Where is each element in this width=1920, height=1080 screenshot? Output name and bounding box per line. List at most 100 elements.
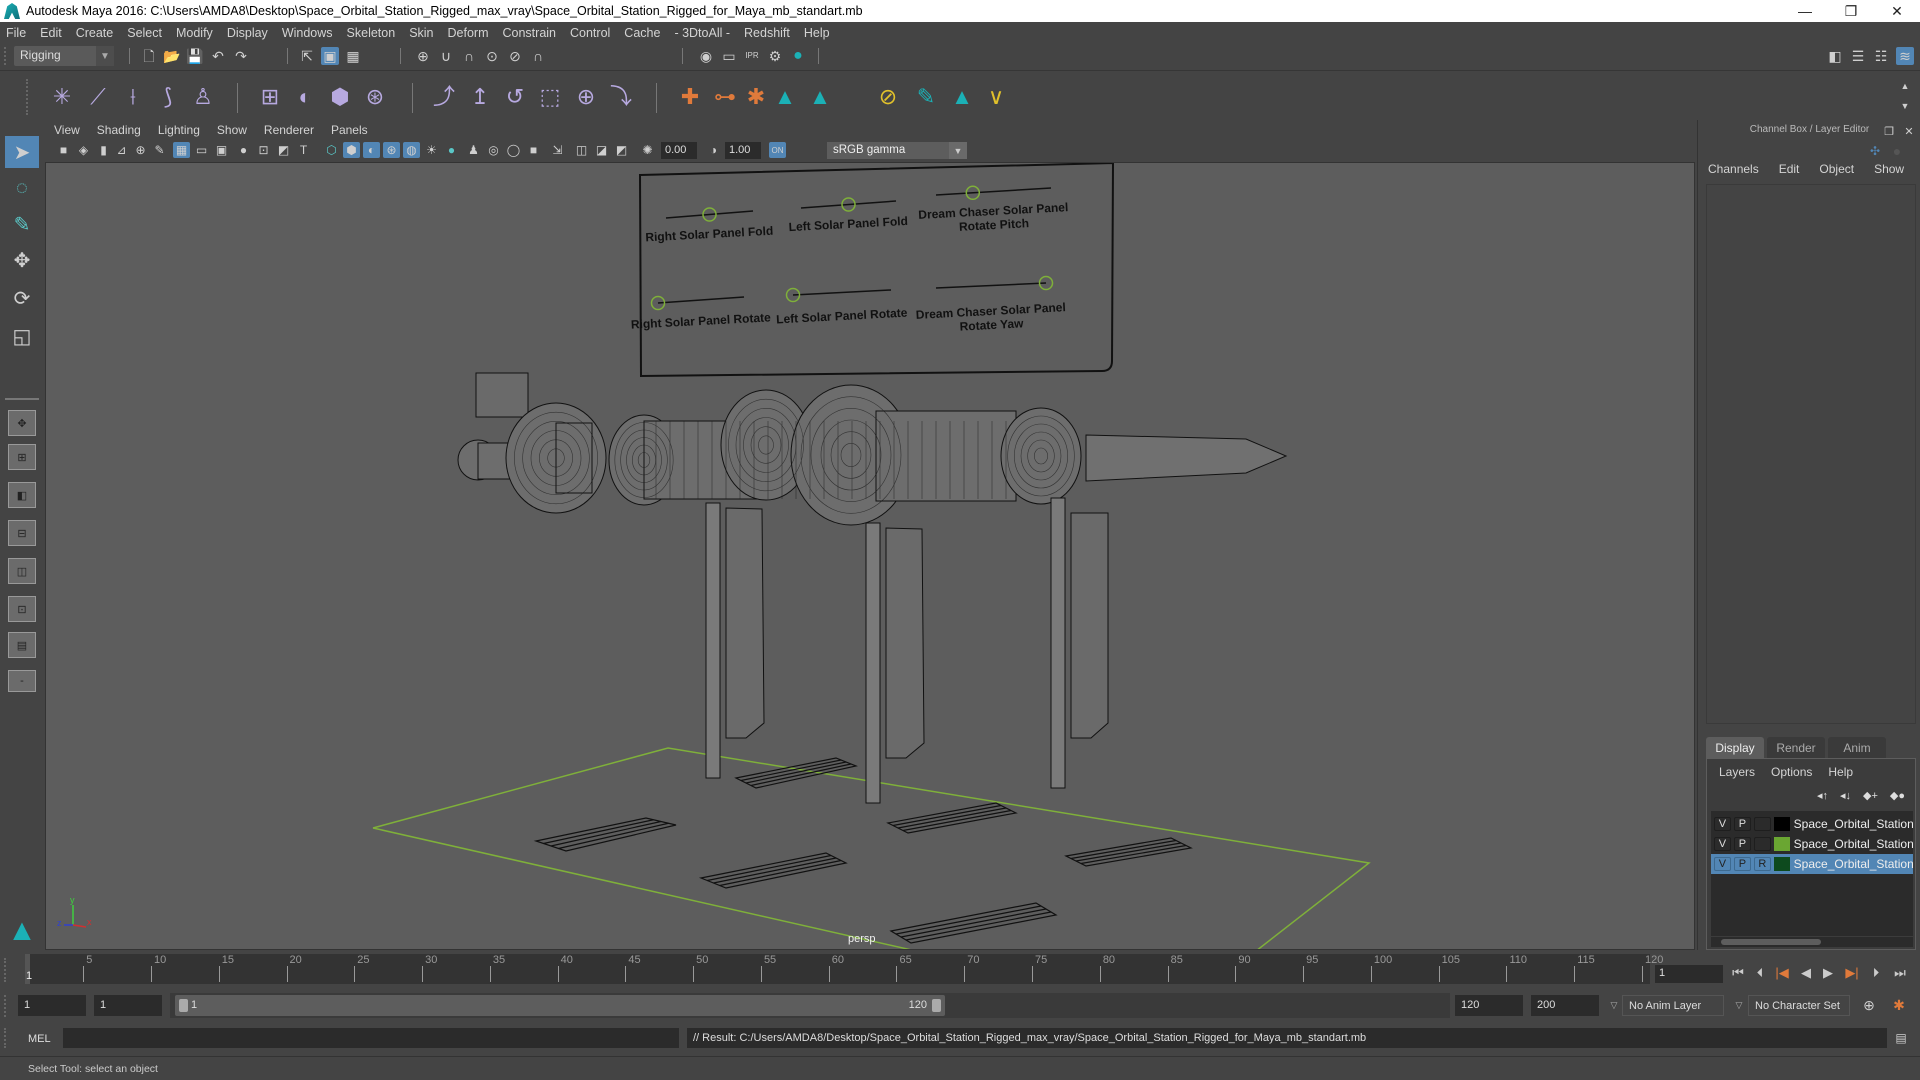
paint-skin-icon[interactable]: ✎ [912, 83, 940, 111]
exposure-icon[interactable]: ✺ [639, 142, 656, 158]
locator-icon[interactable]: ✚ [676, 83, 704, 111]
close-panel-icon[interactable]: ✕ [1900, 123, 1918, 141]
layer-name[interactable]: Space_Orbital_Station [1794, 817, 1913, 831]
persp-graph-layout-button[interactable]: ⊟ [8, 520, 36, 546]
layer-display-type-toggle[interactable] [1753, 817, 1771, 831]
film-gate-icon[interactable]: ▭ [193, 142, 210, 158]
wrap-icon[interactable]: ⬢ [326, 83, 354, 111]
range-bar-grip[interactable] [4, 995, 7, 1017]
tab-anim[interactable]: Anim [1828, 737, 1886, 758]
maya-m-alt-icon[interactable]: ▲ [806, 83, 834, 111]
layer-menu-layers[interactable]: Layers [1719, 765, 1755, 779]
safe-action-icon[interactable]: ◩ [275, 142, 292, 158]
layer-visibility-toggle[interactable]: V [1714, 817, 1731, 831]
play-forwards-icon[interactable]: ▶ [1818, 963, 1838, 983]
view-transform-dropdown[interactable]: sRGB gamma ▼ [827, 142, 967, 159]
anim-layer-chevron-icon[interactable]: ▽ [1605, 996, 1623, 1014]
menu-control[interactable]: Control [570, 26, 610, 40]
select-by-hierarchy-icon[interactable]: ⇱ [298, 47, 316, 65]
snap-to-grid-icon[interactable]: ⊕ [414, 47, 432, 65]
animation-end-field[interactable]: 200 [1531, 995, 1599, 1016]
panel-menu-renderer[interactable]: Renderer [264, 123, 314, 137]
channel-menu-channels[interactable]: Channels [1708, 162, 1759, 176]
set-driven-key-icon[interactable]: ⊶ [711, 83, 739, 111]
select-tool-icon[interactable]: ➤ [5, 136, 39, 168]
panel-menu-shading[interactable]: Shading [97, 123, 141, 137]
xray-joints-icon[interactable]: ◫ [573, 142, 590, 158]
blend-shape-icon[interactable]: ⊛ [361, 83, 389, 111]
layer-color-swatch[interactable] [1773, 857, 1790, 871]
lattice-icon[interactable]: ◐ [291, 83, 319, 111]
exposure-field[interactable]: 0.00 [661, 142, 697, 159]
maya-m-teal-icon[interactable]: ▲ [948, 83, 976, 111]
parent-constraint-icon[interactable]: ⤴ [430, 83, 458, 111]
play-backwards-icon[interactable]: ◀ [1796, 963, 1816, 983]
paint-select-tool-icon[interactable]: ✎ [5, 208, 39, 240]
restore-button[interactable]: ❐ [1828, 0, 1874, 22]
scale-constraint-icon[interactable]: ⬚ [536, 83, 564, 111]
go-to-start-icon[interactable]: ⏮ [1728, 963, 1748, 983]
aim-constraint-icon[interactable]: ⊕ [572, 83, 600, 111]
command-input[interactable] [63, 1028, 679, 1048]
open-scene-icon[interactable]: 📂 [163, 47, 181, 65]
menu-skeleton[interactable]: Skeleton [347, 26, 396, 40]
two-d-pan-zoom-icon[interactable]: ⊕ [132, 142, 149, 158]
wireframe-on-shaded-icon[interactable]: ◐ [363, 142, 380, 158]
menu-select[interactable]: Select [127, 26, 162, 40]
channel-box-area[interactable] [1706, 184, 1916, 724]
ik-spline-icon[interactable]: ⟊ [119, 83, 147, 111]
layer-color-swatch[interactable] [1773, 817, 1790, 831]
playback-start-field[interactable]: 1 [94, 995, 162, 1016]
panel-menu-view[interactable]: View [54, 123, 80, 137]
menu-windows[interactable]: Windows [282, 26, 333, 40]
isolate-select-icon[interactable]: ■ [525, 142, 542, 158]
timeline-track[interactable]: 1 5 10 15 20 25 30 35 40 45 50 55 60 65 70 75 80 85 90 95 1… [25, 954, 1663, 984]
render-settings-icon[interactable]: ⚙ [766, 47, 784, 65]
bind-skin-icon[interactable]: ⟆ [154, 83, 182, 111]
panel-menu-show[interactable]: Show [217, 123, 247, 137]
character-icon[interactable]: ✱ [742, 83, 770, 111]
ipr-render-icon[interactable]: IPR [743, 47, 761, 65]
make-live-icon[interactable]: ∩ [529, 47, 547, 65]
layer-row-selected[interactable]: V P R Space_Orbital_Station [1711, 854, 1913, 874]
layer-name[interactable]: Space_Orbital_Station [1794, 837, 1913, 851]
channel-box-layer-editor-icon[interactable]: ≋ [1896, 47, 1914, 65]
graph-editor-layout-button[interactable]: ▤ [8, 632, 36, 658]
select-by-object-icon[interactable]: ▣ [321, 47, 339, 65]
paint-weights-icon[interactable]: ⊘ [874, 83, 902, 111]
maya-m-icon[interactable]: ▲ [771, 83, 799, 111]
range-end-handle[interactable] [932, 999, 941, 1012]
menu-redshift[interactable]: Redshift [744, 26, 790, 40]
hypershade-icon[interactable]: ● [789, 47, 807, 65]
command-line-grip[interactable] [4, 1028, 7, 1048]
rotate-tool-icon[interactable]: ⟳ [5, 282, 39, 314]
new-layer-from-selected-icon[interactable]: ◆● [1890, 789, 1905, 802]
layer-playback-toggle[interactable]: P [1733, 837, 1751, 851]
motion-blur-icon[interactable]: ♟ [465, 142, 482, 158]
layer-display-type-toggle[interactable]: R [1753, 857, 1771, 871]
close-button[interactable]: ✕ [1874, 0, 1920, 22]
playback-end-field[interactable]: 120 [1455, 995, 1523, 1016]
range-start-handle[interactable] [179, 999, 188, 1012]
snap-to-point-icon[interactable]: ∩ [460, 47, 478, 65]
speed-toggle-icon[interactable]: ● [1888, 142, 1906, 160]
3d-viewport[interactable]: Right Solar Panel Fold Left Solar Panel F… [45, 162, 1695, 950]
channel-menu-edit[interactable]: Edit [1779, 162, 1800, 176]
persp-outliner-layout-button[interactable]: ◧ [8, 482, 36, 508]
minimize-button[interactable]: — [1782, 0, 1828, 22]
anim-layer-dropdown[interactable]: No Anim Layer [1622, 995, 1724, 1016]
select-by-component-icon[interactable]: ▦ [344, 47, 362, 65]
panel-menu-panels[interactable]: Panels [331, 123, 368, 137]
snap-to-view-plane-icon[interactable]: ⊘ [506, 47, 524, 65]
script-language-toggle[interactable]: MEL [28, 1033, 51, 1045]
camera-attributes-icon[interactable]: ◈ [75, 142, 92, 158]
bookmark-icon[interactable]: ▮ [95, 142, 112, 158]
redo-icon[interactable]: ↷ [232, 47, 250, 65]
select-camera-icon[interactable]: ■ [55, 142, 72, 158]
shelf-grip[interactable] [26, 79, 29, 115]
joint-tool-icon[interactable]: ✳ [48, 83, 76, 111]
character-set-chevron-icon[interactable]: ▽ [1730, 996, 1748, 1014]
menu-skin[interactable]: Skin [409, 26, 433, 40]
attribute-editor-icon[interactable]: ☰ [1849, 47, 1867, 65]
menu-3dtoall[interactable]: - 3DtoAll - [674, 26, 730, 40]
